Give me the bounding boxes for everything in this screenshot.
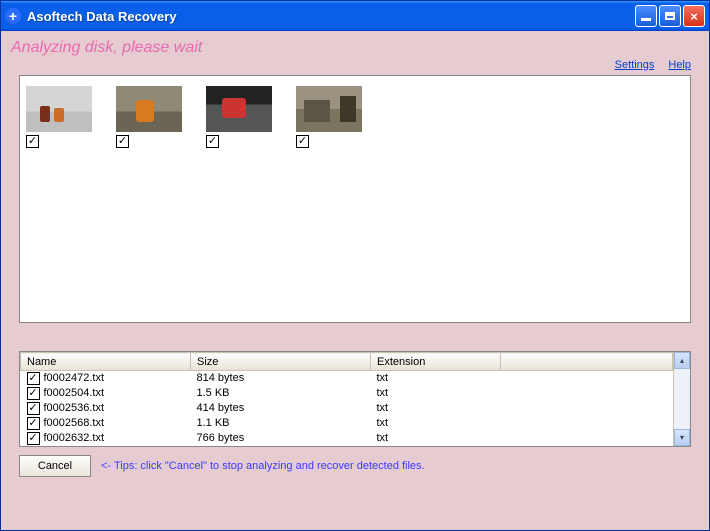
thumbnail-checkbox[interactable]: ✓	[296, 135, 309, 148]
file-size: 414 bytes	[191, 401, 371, 416]
scrollbar-track[interactable]	[674, 369, 690, 429]
maximize-button[interactable]	[659, 5, 681, 27]
table-row[interactable]: ✓ f0002568.txt 1.1 KB txt	[21, 416, 673, 431]
thumbnail-item[interactable]: ✓	[206, 86, 272, 148]
file-ext: txt	[371, 416, 501, 431]
file-size: 1.5 KB	[191, 386, 371, 401]
help-link[interactable]: Help	[668, 59, 691, 71]
file-name: f0002568.txt	[44, 417, 105, 429]
column-header-extension[interactable]: Extension	[371, 353, 501, 371]
row-checkbox[interactable]: ✓	[27, 387, 40, 400]
column-header-name[interactable]: Name	[21, 353, 191, 371]
client-area: Analyzing disk, please wait Settings Hel…	[1, 31, 709, 530]
file-ext: txt	[371, 371, 501, 386]
thumbnail-image[interactable]	[26, 86, 92, 132]
tip-text: <- Tips: click "Cancel" to stop analyzin…	[101, 460, 425, 472]
file-name: f0002504.txt	[44, 387, 105, 399]
thumbnail-checkbox[interactable]: ✓	[116, 135, 129, 148]
thumbnail-image[interactable]	[296, 86, 362, 132]
row-checkbox[interactable]: ✓	[27, 417, 40, 430]
file-ext: txt	[371, 401, 501, 416]
file-name: f0002632.txt	[44, 432, 105, 444]
file-ext: txt	[371, 431, 501, 446]
thumbnails-panel: ✓ ✓ ✓ ✓	[19, 75, 691, 323]
table-row[interactable]: ✓ f0002472.txt 814 bytes txt	[21, 371, 673, 386]
table-row[interactable]: ✓ f0002504.txt 1.5 KB txt	[21, 386, 673, 401]
row-checkbox[interactable]: ✓	[27, 432, 40, 445]
header-links: Settings Help	[5, 59, 705, 71]
thumbnail-checkbox[interactable]: ✓	[206, 135, 219, 148]
table-row[interactable]: ✓ f0002632.txt 766 bytes txt	[21, 431, 673, 446]
thumbnail-checkbox[interactable]: ✓	[26, 135, 39, 148]
column-header-spacer	[501, 353, 673, 371]
column-header-size[interactable]: Size	[191, 353, 371, 371]
row-checkbox[interactable]: ✓	[27, 372, 40, 385]
app-window: + Asoftech Data Recovery × Analyzing dis…	[0, 0, 710, 531]
file-size: 766 bytes	[191, 431, 371, 446]
scroll-down-button[interactable]: ▾	[674, 429, 690, 446]
file-size: 814 bytes	[191, 371, 371, 386]
file-name: f0002472.txt	[44, 372, 105, 384]
settings-link[interactable]: Settings	[615, 59, 655, 71]
thumbnail-item[interactable]: ✓	[26, 86, 92, 148]
table-row[interactable]: ✓ f0002536.txt 414 bytes txt	[21, 401, 673, 416]
scroll-up-button[interactable]: ▴	[674, 352, 690, 369]
thumbnail-item[interactable]: ✓	[116, 86, 182, 148]
thumbnail-item[interactable]: ✓	[296, 86, 362, 148]
table-header-row: Name Size Extension	[21, 353, 673, 371]
thumbnail-image[interactable]	[206, 86, 272, 132]
vertical-scrollbar[interactable]: ▴ ▾	[673, 352, 690, 446]
row-checkbox[interactable]: ✓	[27, 402, 40, 415]
window-title: Asoftech Data Recovery	[27, 9, 633, 24]
bottom-bar: Cancel <- Tips: click "Cancel" to stop a…	[19, 455, 691, 477]
file-table: Name Size Extension ✓ f0002472.txt 814 by…	[19, 351, 691, 447]
app-icon: +	[5, 8, 21, 24]
file-ext: txt	[371, 386, 501, 401]
cancel-button[interactable]: Cancel	[19, 455, 91, 477]
file-name: f0002536.txt	[44, 402, 105, 414]
file-size: 1.1 KB	[191, 416, 371, 431]
titlebar[interactable]: + Asoftech Data Recovery ×	[1, 1, 709, 31]
thumbnail-image[interactable]	[116, 86, 182, 132]
minimize-button[interactable]	[635, 5, 657, 27]
close-button[interactable]: ×	[683, 5, 705, 27]
